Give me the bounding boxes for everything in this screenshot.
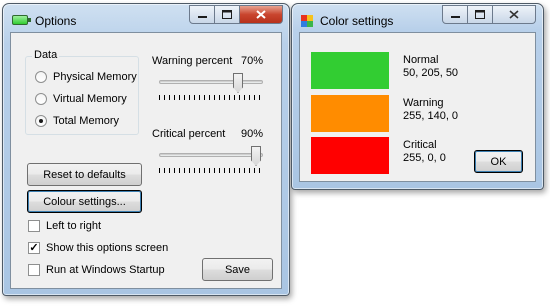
checkbox[interactable] [28,264,40,276]
normal-color-swatch[interactable] [311,52,389,89]
minimize-icon [450,15,460,18]
options-title: Options [35,14,77,28]
save-button[interactable]: Save [202,258,273,281]
normal-color-name: Normal [403,54,439,66]
color-palette-icon [301,15,313,27]
warning-color-name: Warning [403,97,444,109]
close-icon [256,10,266,19]
warning-percent-value: 70% [241,55,264,67]
options-client-area: Data Physical Memory Virtual Memory Tota… [10,32,282,289]
checkbox-run-at-startup[interactable]: Run at Windows Startup [28,264,165,276]
warning-percent-label: Warning percent [152,55,233,67]
critical-color-name: Critical [403,139,437,151]
options-window: Options Data Physical Memory Virtual Mem… [2,3,290,296]
color-client-area: Normal 50, 205, 50 Warning 255, 140, 0 C… [299,32,536,182]
checkbox[interactable] [28,220,40,232]
maximize-button[interactable] [215,5,240,24]
maximize-icon [222,10,232,19]
radio-label: Physical Memory [53,71,137,83]
warning-slider-ticks [159,95,263,100]
critical-color-rgb: 255, 0, 0 [403,152,446,164]
color-title-bar[interactable]: Color settings [292,4,543,32]
radio-virtual-memory[interactable]: Virtual Memory [35,93,127,105]
minimize-button[interactable] [189,5,215,24]
warning-color-swatch[interactable] [311,95,389,132]
checkbox-label: Run at Windows Startup [46,264,165,276]
data-group-label: Data [32,49,60,61]
radio-total-memory[interactable]: Total Memory [35,115,119,127]
checkbox-label: Left to right [46,220,102,232]
critical-slider-ticks [159,168,263,173]
warning-slider-thumb[interactable] [233,73,243,93]
checkbox-left-to-right[interactable]: Left to right [28,220,101,232]
close-button[interactable] [493,5,536,24]
radio-physical-memory[interactable]: Physical Memory [35,71,137,83]
radio-button[interactable] [35,115,47,127]
warning-color-rgb: 255, 140, 0 [403,110,459,122]
critical-percent-value: 90% [241,128,264,140]
battery-icon [12,15,31,25]
radio-label: Virtual Memory [53,93,127,105]
reset-defaults-button[interactable]: Reset to defaults [27,163,142,186]
critical-slider-thumb[interactable] [251,146,261,166]
options-title-bar[interactable]: Options [3,4,289,32]
minimize-icon [197,15,207,18]
critical-percent-label: Critical percent [152,128,226,140]
checkbox-show-options[interactable]: ✓ Show this options screen [28,242,168,254]
checkbox-label: Show this options screen [46,242,169,254]
colour-settings-button[interactable]: Colour settings... [27,190,142,213]
data-groupbox: Data Physical Memory Virtual Memory Tota… [25,49,139,135]
normal-color-rgb: 50, 205, 50 [403,67,459,79]
warning-slider-track [159,80,263,84]
maximize-icon [475,10,485,19]
critical-slider[interactable] [159,143,265,173]
maximize-button[interactable] [468,5,493,24]
ok-button[interactable]: OK [474,150,523,173]
color-settings-window: Color settings Normal 50, 205, 50 Warnin… [291,3,544,190]
radio-button[interactable] [35,93,47,105]
critical-color-swatch[interactable] [311,137,389,174]
close-icon [509,10,519,19]
radio-label: Total Memory [53,115,120,127]
checkbox[interactable]: ✓ [28,242,40,254]
color-title: Color settings [320,14,394,28]
critical-slider-track [159,153,263,157]
close-button[interactable] [240,5,283,24]
warning-slider[interactable] [159,70,265,100]
minimize-button[interactable] [442,5,468,24]
radio-button[interactable] [35,71,47,83]
